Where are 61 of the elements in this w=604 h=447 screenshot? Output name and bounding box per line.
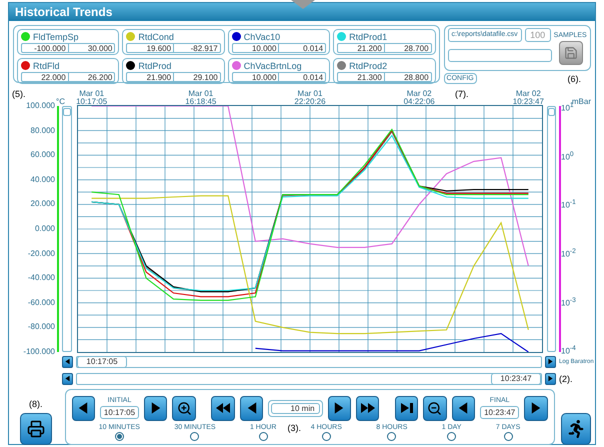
time-axis-label: Mar 01 10:17:05 <box>75 90 108 106</box>
tag-max-value: 26.200 <box>68 73 114 81</box>
tag-min-value: 21.200 <box>356 44 383 52</box>
y-axis-label: 40.000 <box>30 174 55 185</box>
tag-min-value: 22.000 <box>40 73 67 81</box>
tag-name: RtdFld <box>33 60 60 70</box>
time-scrollbar[interactable]: 10:17:05 <box>76 356 542 368</box>
tag-max-value: 0.014 <box>278 73 326 81</box>
y-axis-label: -40.000 <box>28 273 55 284</box>
left-axis-unit: °C <box>56 97 65 106</box>
callout-number: (6). <box>568 74 581 84</box>
time-span-field[interactable]: 10 min <box>268 400 323 416</box>
callout-number: (8). <box>29 399 43 409</box>
tag-max-value: 28.700 <box>384 44 431 52</box>
y-axis-label: 0.000 <box>34 224 55 234</box>
tag-max-value: 29.100 <box>173 73 220 81</box>
final-time-field[interactable]: 10:23:47 <box>480 406 520 419</box>
time-axis-label: Mar 01 22:20:26 <box>293 90 327 106</box>
tag-name: FldTempSp <box>33 32 79 42</box>
tag-min-value: -100.000 <box>33 44 67 52</box>
time-scrollbar[interactable]: 10:23:47 <box>76 372 542 384</box>
time-axis-label: Mar 02 10:23:47 <box>512 90 545 106</box>
tag-name: RtdCond <box>138 32 174 42</box>
tag-min-value: 21.300 <box>356 73 383 81</box>
y-axis-label: -20.000 <box>28 248 55 259</box>
initial-time-field[interactable]: 10:17:05 <box>100 406 140 419</box>
tag-max-value: -82.917 <box>173 44 220 52</box>
log-axis-label: 10$^{-3}$ <box>561 296 577 308</box>
right-axis-unit: mBar <box>572 97 591 106</box>
y-axis-label: 100.000 <box>26 101 55 111</box>
tag-max-value: 0.014 <box>278 44 326 52</box>
tag-name: RtdProd <box>138 60 172 70</box>
scroll-thumb[interactable]: 10:17:05 <box>77 356 127 368</box>
y-axis-label: 20.000 <box>30 199 55 210</box>
y-axis-label: -60.000 <box>28 298 55 308</box>
tag-name: ChVacBrtnLog <box>244 60 302 70</box>
callout-number: (2). <box>559 374 572 384</box>
callout-number: (3). <box>288 423 302 433</box>
tag-max-value: 30.000 <box>68 44 114 52</box>
y-axis-label: 60.000 <box>30 150 55 160</box>
y-axis-label: -80.000 <box>28 322 55 332</box>
y-axis-label: -100.000 <box>23 347 55 357</box>
window-title: Historical Trends <box>9 3 595 21</box>
log-axis-label: 10$^{0}$ <box>561 150 575 162</box>
callout-number: (7). <box>455 89 468 99</box>
tag-name: RtdProd2 <box>349 60 388 70</box>
tag-min-value: 10.000 <box>250 73 278 81</box>
tag-min-value: 21.900 <box>146 73 172 81</box>
time-axis-label: Mar 01 16:18:45 <box>184 90 218 106</box>
tag-min-value: 10.000 <box>250 44 278 52</box>
time-axis-label: Mar 02 04:22:06 <box>402 90 436 106</box>
tag-min-value: 19.600 <box>146 44 172 52</box>
tag-name: RtdProd1 <box>349 32 388 42</box>
log-axis-label: 10$^{-1}$ <box>561 198 577 211</box>
scroll-thumb[interactable]: 10:23:47 <box>491 372 541 384</box>
log-axis-label: 10$^{-2}$ <box>561 246 577 260</box>
y-axis-label: 80.000 <box>30 126 55 136</box>
tag-name: ChVac10 <box>244 32 280 42</box>
callout-number: (5). <box>12 89 26 99</box>
log-axis-label: 10$^{-4}$ <box>561 344 577 357</box>
tag-max-value: 28.800 <box>384 73 431 81</box>
